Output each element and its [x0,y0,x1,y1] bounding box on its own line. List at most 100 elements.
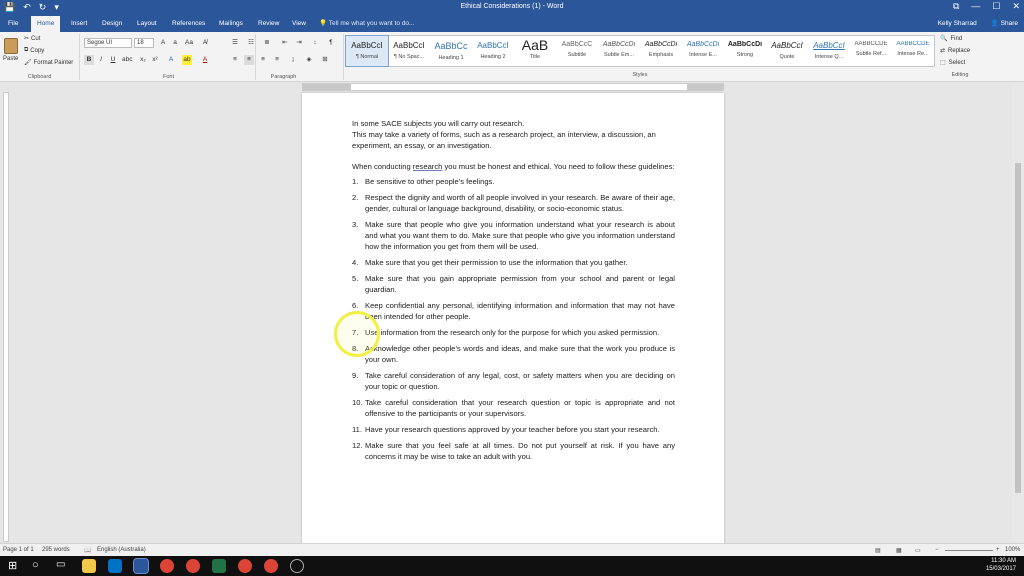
style-name: Intense Re... [897,51,929,57]
zoom-level[interactable]: 100% [1005,547,1020,553]
print-layout-icon[interactable]: ▦ [896,547,902,554]
align-right-icon[interactable]: ≡ [258,55,268,65]
italic-icon[interactable]: I [96,55,106,65]
borders-icon[interactable]: ⊞ [320,55,330,65]
tab-home[interactable]: Home [31,16,61,32]
chrome-icon[interactable] [264,559,278,573]
cut-button[interactable]: ✂ Cut [24,35,40,43]
minimize-icon[interactable]: — [971,1,980,12]
bullets-icon[interactable]: ☰ [230,38,240,48]
paste-button[interactable]: Paste [3,56,18,62]
user-name[interactable]: Kelly Sharrad [938,16,977,32]
subscript-icon[interactable]: x₂ [138,55,148,65]
shading-icon[interactable]: ◈ [304,55,314,65]
tab-view[interactable]: View [286,16,312,32]
tab-insert[interactable]: Insert [65,16,93,32]
horizontal-ruler[interactable] [302,83,724,91]
font-name-box[interactable]: Segoe UI [84,38,132,48]
format-painter-button[interactable]: 🖌 Format Painter [24,59,73,67]
tab-file[interactable]: File [2,16,24,32]
style-title[interactable]: AaB Title [514,36,556,66]
styles-gallery: AaBbCcI ¶ Normal AaBbCcI ¶ No Spac... AaBb… [345,35,935,67]
zoom-out-icon[interactable]: − [935,547,939,553]
list-number: 12. [352,441,363,450]
superscript-icon[interactable]: x² [150,55,160,65]
line-spacing-icon[interactable]: ↨ [288,55,298,65]
zoom-slider[interactable] [945,550,993,551]
chrome-icon[interactable] [160,559,174,573]
tab-references[interactable]: References [166,16,211,32]
chrome-icon[interactable] [186,559,200,573]
share-button[interactable]: 👤 Share [991,16,1018,32]
replace-icon: ⇄ [940,48,946,54]
maximize-icon[interactable]: ☐ [992,1,1000,12]
language-indicator[interactable]: English (Australia) [97,547,146,553]
word-icon[interactable] [133,558,149,574]
media-icon[interactable] [290,559,304,573]
system-clock[interactable]: 11:30 AM 15/03/2017 [986,557,1016,573]
close-icon[interactable]: ✕ [1012,1,1020,12]
search-icon[interactable]: ○ [32,559,46,573]
style-subtle-reference[interactable]: AABBCCDE Subtle Ref... [850,36,892,66]
multilevel-list-icon[interactable]: ≣ [262,38,272,48]
tab-mailings[interactable]: Mailings [213,16,249,32]
tab-design[interactable]: Design [96,16,128,32]
ribbon-display-icon[interactable]: ⧉ [953,1,959,12]
decrease-indent-icon[interactable]: ⇤ [280,38,290,48]
strikethrough-icon[interactable]: abc [122,55,132,65]
list-item: 9. Take careful consideration of any lega… [352,370,675,392]
replace-button[interactable]: ⇄ Replace [940,47,970,55]
style-subtitle[interactable]: AaBbCcC Subtitle [556,36,598,66]
bold-icon[interactable]: B [84,55,94,65]
word-count[interactable]: 295 words [42,547,70,553]
style-heading-2[interactable]: AaBbCcI Heading 2 [472,36,514,66]
style-no-spacing[interactable]: AaBbCcI ¶ No Spac... [388,36,430,66]
read-mode-icon[interactable]: ▤ [875,547,881,554]
justify-icon[interactable]: ≡ [272,55,282,65]
task-view-icon[interactable]: ▭ [56,559,70,573]
web-layout-icon[interactable]: ▭ [915,547,921,554]
style-heading-1[interactable]: AaBbCc Heading 1 [430,36,472,66]
proofing-icon[interactable]: 📖 [84,547,91,554]
align-left-icon[interactable]: ≡ [230,55,240,65]
windows-start-icon[interactable]: ⊞ [8,559,22,573]
vertical-ruler[interactable] [3,92,9,542]
style-strong[interactable]: AaBbCcDi Strong [724,36,766,66]
style-subtle-emphasis[interactable]: AaBbCcDi Subtle Em... [598,36,640,66]
file-explorer-icon[interactable] [82,559,96,573]
zoom-in-icon[interactable]: + [996,547,1000,553]
numbering-icon[interactable]: ☷ [246,38,256,48]
copy-button[interactable]: ⧉ Copy [24,47,44,54]
paste-icon[interactable] [4,38,18,54]
find-button[interactable]: 🔍 Find [940,35,962,43]
chrome-icon[interactable] [238,559,252,573]
style-intense-quote[interactable]: AaBbCcI Intense Q... [808,36,850,66]
excel-icon[interactable] [212,559,226,573]
outlook-icon[interactable] [108,559,122,573]
page-count[interactable]: Page 1 of 1 [3,547,34,553]
tab-review[interactable]: Review [252,16,285,32]
vertical-scrollbar[interactable] [1012,83,1024,542]
show-marks-icon[interactable]: ¶ [326,38,336,48]
style-intense-reference[interactable]: AABBCCDE Intense Re... [892,36,934,66]
style-normal[interactable]: AaBbCcI ¶ Normal [345,35,389,67]
font-size-box[interactable]: 18 [134,38,154,48]
scrollbar-thumb[interactable] [1015,163,1021,493]
list-text: Use information from the research only f… [365,328,660,337]
style-sample: AaBbCcI [393,41,425,50]
select-icon: ⬚ [940,60,946,66]
tab-layout[interactable]: Layout [131,16,163,32]
select-button[interactable]: ⬚ Select [940,59,965,67]
style-emphasis[interactable]: AaBbCcDi Emphasis [640,36,682,66]
increase-indent-icon[interactable]: ⇥ [294,38,304,48]
tell-me-box[interactable]: 💡 Tell me what you want to do... [319,16,414,32]
document-body[interactable]: In some SACE subjects you will carry out… [352,118,675,467]
align-center-icon[interactable]: ≡ [244,55,254,65]
sort-icon[interactable]: ↕ [310,38,320,48]
underline-icon[interactable]: U [108,55,118,65]
style-name: Title [529,54,541,60]
list-text: Make sure that you get their permission … [365,258,628,267]
style-quote[interactable]: AaBbCcI Quote [766,36,808,66]
guidelines-list: 1. Be sensitive to other people’s feeling… [352,176,675,462]
style-intense-emphasis[interactable]: AaBbCcDi Intense E... [682,36,724,66]
